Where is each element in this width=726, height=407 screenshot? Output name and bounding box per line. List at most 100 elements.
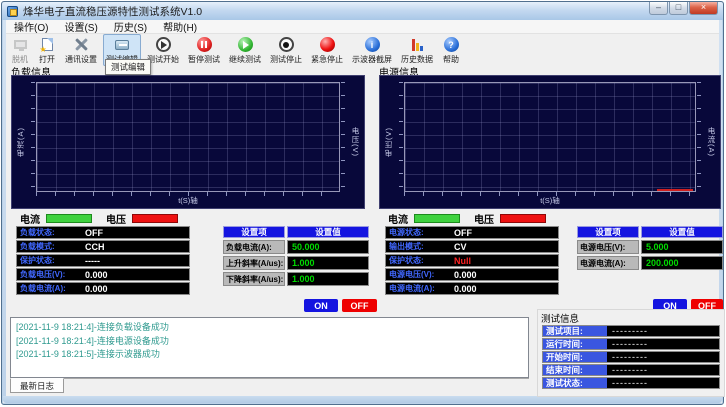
load-voltage-value: 0.000 (81, 270, 108, 280)
window-title: 烽华电子直流稳压源特性测试系统V1.0 (23, 4, 202, 19)
table-row: 负载电压(V): 0.000 (16, 268, 190, 281)
log-line: [2021-11-9 18:21:5]-连接示波器成功 (16, 348, 523, 362)
test-start-icon (154, 36, 172, 53)
log-line: [2021-11-9 18:21:4]-连接负载设备成功 (16, 321, 523, 335)
test-edit-icon (113, 36, 131, 53)
load-chart: 电流(A) 电压(V) t(S)轴 (11, 75, 365, 209)
window-frame-left (3, 20, 6, 397)
power-chart-right-ticks (697, 82, 701, 192)
load-chart-plot-area (36, 82, 340, 192)
table-row: 负载状态: OFF (16, 226, 190, 239)
load-off-button[interactable]: OFF (342, 299, 377, 312)
test-info-group: 测试信息 测试项目: --------- 运行时间: --------- 开始时… (537, 309, 725, 397)
power-chart-yleft-label: 电压(V) (383, 127, 394, 157)
toolbar-open-button[interactable]: 打开 (35, 34, 59, 66)
scope-capture-icon: i (363, 36, 381, 53)
power-mode-value: CV (450, 242, 467, 252)
table-header: 设置项 设置值 (223, 226, 369, 238)
power-chart-legend: 电流 电压 (388, 211, 560, 226)
toolbar-history-data-button[interactable]: 历史数据 (398, 34, 436, 66)
log-tab-latest[interactable]: 最新日志 (10, 378, 64, 393)
table-row: 上升斜率(A/us): 1.000 (223, 256, 369, 270)
table-row: 结束时间: --------- (542, 364, 720, 376)
table-row: 测试状态: --------- (542, 377, 720, 389)
help-icon: ? (442, 36, 460, 53)
power-state-value: OFF (450, 228, 472, 238)
main-window: 烽华电子直流稳压源特性测试系统V1.0 – □ × 操作(O) 设置(S) 历史… (1, 1, 724, 405)
toolbar-stop-test-button[interactable]: 测试停止 (267, 34, 305, 66)
table-row: 运行时间: --------- (542, 338, 720, 350)
table-row: 电源电压(V): 0.000 (385, 268, 559, 281)
log-tabstrip-line (10, 378, 529, 379)
load-set-rise-slew: 1.000 (287, 256, 369, 270)
load-legend-voltage-label: 电压 (106, 211, 126, 226)
menu-history[interactable]: 历史(S) (106, 19, 155, 34)
toolbar-pause-test-button[interactable]: 暂停测试 (185, 34, 223, 66)
table-row: 保护状态: ----- (16, 254, 190, 267)
history-data-icon (408, 36, 426, 53)
power-chart: 电压(V) 电流(A) t(S)轴 (379, 75, 721, 209)
table-row: 电源电压(V): 5.000 (577, 240, 723, 254)
test-state-value: --------- (607, 378, 648, 388)
power-chart-yright-label: 电流(A) (706, 127, 717, 157)
power-set-current: 200.000 (641, 256, 723, 270)
title-bar[interactable]: 烽华电子直流稳压源特性测试系统V1.0 – □ × (2, 2, 723, 20)
load-mode-value: CCH (81, 242, 105, 252)
table-row: 保护状态: Null (385, 254, 559, 267)
power-settings-table: 设置项 设置值 电源电压(V): 5.000 电源电流(A): 200.000 (577, 226, 723, 270)
load-legend-current-label: 电流 (20, 211, 40, 226)
toolbar-help-button[interactable]: ? 帮助 (439, 34, 463, 66)
table-row: 负载电流(A): 0.000 (16, 282, 190, 295)
resume-test-icon (236, 36, 254, 53)
end-time-value: --------- (607, 365, 648, 375)
toolbar-offline-button[interactable]: 脱机 (8, 34, 32, 66)
toolbar-comm-settings-button[interactable]: 通讯设置 (62, 34, 100, 66)
pause-test-icon (195, 36, 213, 53)
test-item-value: --------- (607, 326, 648, 336)
stop-test-icon (277, 36, 295, 53)
tooltip: 测试编辑 (105, 59, 151, 75)
load-settings-table: 设置项 设置值 负载电流(A): 50.000 上升斜率(A/us): 1.00… (223, 226, 369, 286)
power-chart-x-label: t(S)轴 (380, 195, 720, 206)
load-chart-yright-label: 电压(V) (350, 127, 361, 157)
load-protect-value: ----- (81, 256, 100, 266)
toolbar-emergency-stop-button[interactable]: 紧急停止 (308, 34, 346, 66)
menu-operate[interactable]: 操作(O) (6, 19, 56, 34)
menu-bar: 操作(O) 设置(S) 历史(S) 帮助(H) (6, 20, 719, 34)
table-row: 测试项目: --------- (542, 325, 720, 337)
load-on-button[interactable]: ON (304, 299, 338, 312)
maximize-button[interactable]: □ (669, 2, 688, 15)
load-current-value: 0.000 (81, 284, 108, 294)
table-row: 负载电流(A): 50.000 (223, 240, 369, 254)
table-row: 电源电流(A): 200.000 (577, 256, 723, 270)
test-info-title: 测试信息 (541, 311, 579, 325)
window-frame-bottom (3, 396, 722, 403)
app-icon (7, 6, 18, 17)
power-legend-voltage-swatch (500, 214, 546, 223)
close-button[interactable]: × (689, 2, 718, 15)
table-row: 电源电流(A): 0.000 (385, 282, 559, 295)
load-set-fall-slew: 1.000 (287, 272, 369, 286)
load-legend-current-swatch (46, 214, 92, 223)
power-protect-value: Null (450, 256, 471, 266)
minimize-button[interactable]: – (649, 2, 668, 15)
power-legend-current-swatch (414, 214, 460, 223)
table-row: 输出模式: CV (385, 240, 559, 253)
toolbar-resume-test-button[interactable]: 继续测试 (226, 34, 264, 66)
power-set-voltage: 5.000 (641, 240, 723, 254)
menu-settings[interactable]: 设置(S) (56, 19, 105, 34)
load-chart-right-ticks (341, 82, 345, 192)
emergency-stop-icon (318, 36, 336, 53)
power-current-value: 0.000 (450, 284, 477, 294)
load-status-table: 负载状态: OFF 负载模式: CCH 保护状态: ----- 负载电压(V):… (16, 226, 190, 295)
table-row: 下降斜率(A/us): 1.000 (223, 272, 369, 286)
load-chart-left-ticks (31, 82, 35, 192)
power-chart-left-ticks (399, 82, 403, 192)
power-legend-voltage-label: 电压 (474, 211, 494, 226)
offline-computer-icon (11, 36, 29, 53)
load-chart-yleft-label: 电流(A) (15, 127, 26, 157)
menu-help[interactable]: 帮助(H) (155, 19, 205, 34)
toolbar-scope-capture-button[interactable]: i 示波器截屏 (349, 34, 395, 66)
log-output[interactable]: [2021-11-9 18:21:4]-连接负载设备成功 [2021-11-9 … (10, 317, 529, 378)
test-info-table: 测试项目: --------- 运行时间: --------- 开始时间: --… (542, 325, 720, 389)
